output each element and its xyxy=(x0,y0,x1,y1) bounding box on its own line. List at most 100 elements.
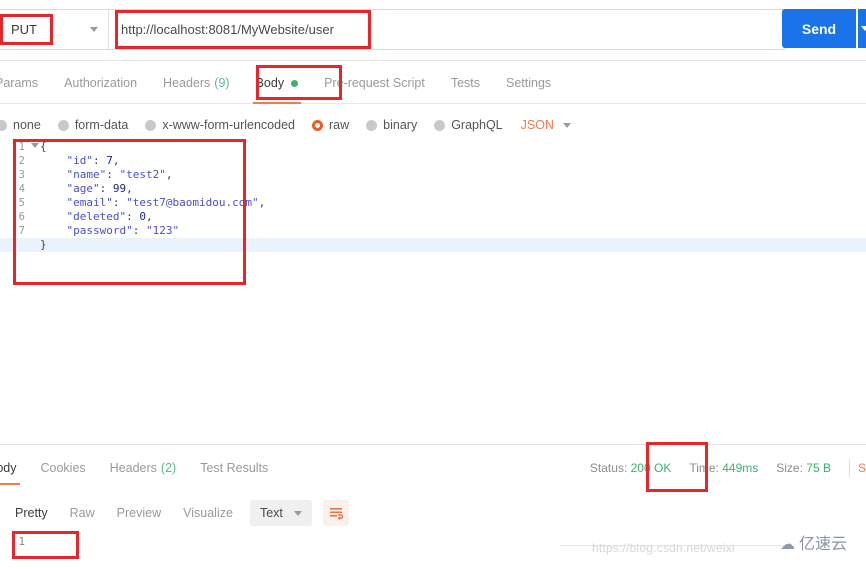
response-toolbar: Pretty Raw Preview Visualize Text xyxy=(0,496,866,530)
body-type-label: x-www-form-urlencoded xyxy=(162,118,295,132)
response-body-viewer[interactable]: 1 xyxy=(0,532,866,569)
body-type-label: raw xyxy=(329,118,350,132)
radio-selected-icon xyxy=(312,119,323,131)
watermark-url: https://blog.csdn.net/weixi xyxy=(592,541,735,555)
body-type-label: none xyxy=(13,118,41,132)
code-line: "id": 7, xyxy=(66,154,120,167)
response-meta: Status: 200 OK Time: 449ms Size: 75 B S xyxy=(590,450,866,486)
body-present-dot-icon xyxy=(291,79,299,87)
body-type-urlencoded[interactable]: x-www-form-urlencoded xyxy=(145,118,295,132)
editor-gutter: 1 2 3 4 5 6 7 8 xyxy=(0,140,30,436)
tab-pre-request-script[interactable]: Pre-request Script xyxy=(311,62,438,104)
response-tab-test-results[interactable]: Test Results xyxy=(188,450,280,486)
view-mode-label: Raw xyxy=(69,506,95,520)
view-mode-pretty[interactable]: Pretty xyxy=(4,500,59,526)
chevron-down-icon xyxy=(90,27,98,32)
tab-authorization[interactable]: Authorization xyxy=(51,62,150,104)
tab-params[interactable]: Params xyxy=(0,62,51,104)
tab-headers[interactable]: Headers (9) xyxy=(150,62,243,104)
body-type-graphql[interactable]: GraphQL xyxy=(434,118,503,132)
tab-body[interactable]: Body xyxy=(243,62,312,104)
code-fold-icon[interactable] xyxy=(31,143,39,148)
body-type-label: form-data xyxy=(74,118,129,132)
radio-icon xyxy=(145,119,157,131)
save-response-button[interactable]: S xyxy=(858,461,866,475)
time-group: Time: 449ms xyxy=(689,461,758,475)
tab-label: Body xyxy=(0,461,17,475)
view-mode-label: Preview xyxy=(116,506,162,520)
tab-label: Headers xyxy=(163,76,211,90)
tab-label: Tests xyxy=(450,76,480,90)
editor-code[interactable]: { "id": 7, "name": "test2", "age": 99, "… xyxy=(0,140,866,252)
tab-label: Settings xyxy=(506,76,552,90)
view-mode-visualize[interactable]: Visualize xyxy=(172,500,244,526)
postman-window: PUT http://localhost:8081/MyWebsite/user… xyxy=(0,0,866,569)
tab-label: Params xyxy=(0,76,39,90)
http-method-select[interactable]: PUT xyxy=(0,10,109,49)
time-value: 449ms xyxy=(722,461,759,475)
chevron-down-icon xyxy=(861,26,866,31)
line-number: 6 xyxy=(18,211,25,223)
tab-settings[interactable]: Settings xyxy=(493,62,564,104)
body-type-none[interactable]: none xyxy=(0,118,41,132)
word-wrap-icon xyxy=(329,508,343,520)
status-group: Status: 200 OK xyxy=(590,461,671,475)
tab-label: Pre-request Script xyxy=(324,76,425,90)
body-type-binary[interactable]: binary xyxy=(366,118,417,132)
line-number: 3 xyxy=(18,169,25,181)
view-mode-raw[interactable]: Raw xyxy=(59,500,106,526)
size-value: 75 B xyxy=(806,461,831,475)
tab-count: (2) xyxy=(160,461,177,475)
code-line: "age": 99, xyxy=(66,182,133,195)
raw-format-select[interactable]: JSON xyxy=(521,118,571,132)
watermark-brand-text: 亿速云 xyxy=(799,534,848,553)
request-body-editor[interactable]: 1 2 3 4 5 6 7 8 { "id": 7, "name": "test… xyxy=(0,140,866,436)
view-mode-label: Pretty xyxy=(15,506,48,520)
word-wrap-toggle-button[interactable] xyxy=(322,500,349,526)
tab-label: Authorization xyxy=(64,76,138,90)
http-method-label: PUT xyxy=(11,22,37,37)
body-type-form-data[interactable]: form-data xyxy=(57,118,129,132)
status-label: Status: xyxy=(589,461,628,475)
content-type-label: Text xyxy=(259,506,283,520)
chevron-down-icon xyxy=(293,510,302,516)
request-tabs: Params Authorization Headers (9) Body Pr… xyxy=(0,62,866,104)
size-group: Size: 75 B xyxy=(776,461,831,475)
request-bar: PUT http://localhost:8081/MyWebsite/user… xyxy=(0,0,866,61)
code-line: "name": "test2", xyxy=(66,168,173,181)
response-tab-headers[interactable]: Headers (2) xyxy=(98,450,189,486)
cloud-icon: ☁ xyxy=(780,535,795,553)
send-button[interactable]: Send xyxy=(782,9,856,48)
view-mode-preview[interactable]: Preview xyxy=(106,500,172,526)
response-tab-cookies[interactable]: Cookies xyxy=(29,450,98,486)
response-line-number: 1 xyxy=(18,536,25,548)
tab-label: Test Results xyxy=(200,461,269,475)
size-label: Size: xyxy=(776,461,803,475)
radio-icon xyxy=(57,119,69,131)
tab-tests[interactable]: Tests xyxy=(438,62,493,104)
body-type-selector: none form-data x-www-form-urlencoded raw… xyxy=(0,112,866,138)
chevron-down-icon xyxy=(562,122,571,128)
line-number: 4 xyxy=(18,183,25,195)
line-number: 7 xyxy=(18,225,25,237)
send-options-button[interactable] xyxy=(858,9,866,48)
request-url-input[interactable]: http://localhost:8081/MyWebsite/user xyxy=(109,10,786,49)
code-line: } xyxy=(0,238,866,252)
status-value: 200 OK xyxy=(630,461,672,475)
line-number: 2 xyxy=(18,155,25,167)
body-type-raw[interactable]: raw xyxy=(312,118,349,132)
response-tab-body[interactable]: Body xyxy=(0,450,29,486)
radio-icon xyxy=(434,119,446,131)
response-content-type-select[interactable]: Text xyxy=(249,500,312,526)
code-line: "password": "123" xyxy=(66,224,180,237)
view-mode-label: Visualize xyxy=(183,506,233,520)
request-url-group: PUT http://localhost:8081/MyWebsite/user xyxy=(0,9,787,50)
tab-label: Headers xyxy=(109,461,157,475)
body-type-label: GraphQL xyxy=(451,118,503,132)
body-type-label: binary xyxy=(383,118,418,132)
code-line: "deleted": 0, xyxy=(66,210,153,223)
line-number: 1 xyxy=(18,141,25,153)
tab-label: Cookies xyxy=(40,461,86,475)
code-line: "email": "test7@baomidou.com", xyxy=(66,196,266,209)
code-line: { xyxy=(40,140,47,153)
